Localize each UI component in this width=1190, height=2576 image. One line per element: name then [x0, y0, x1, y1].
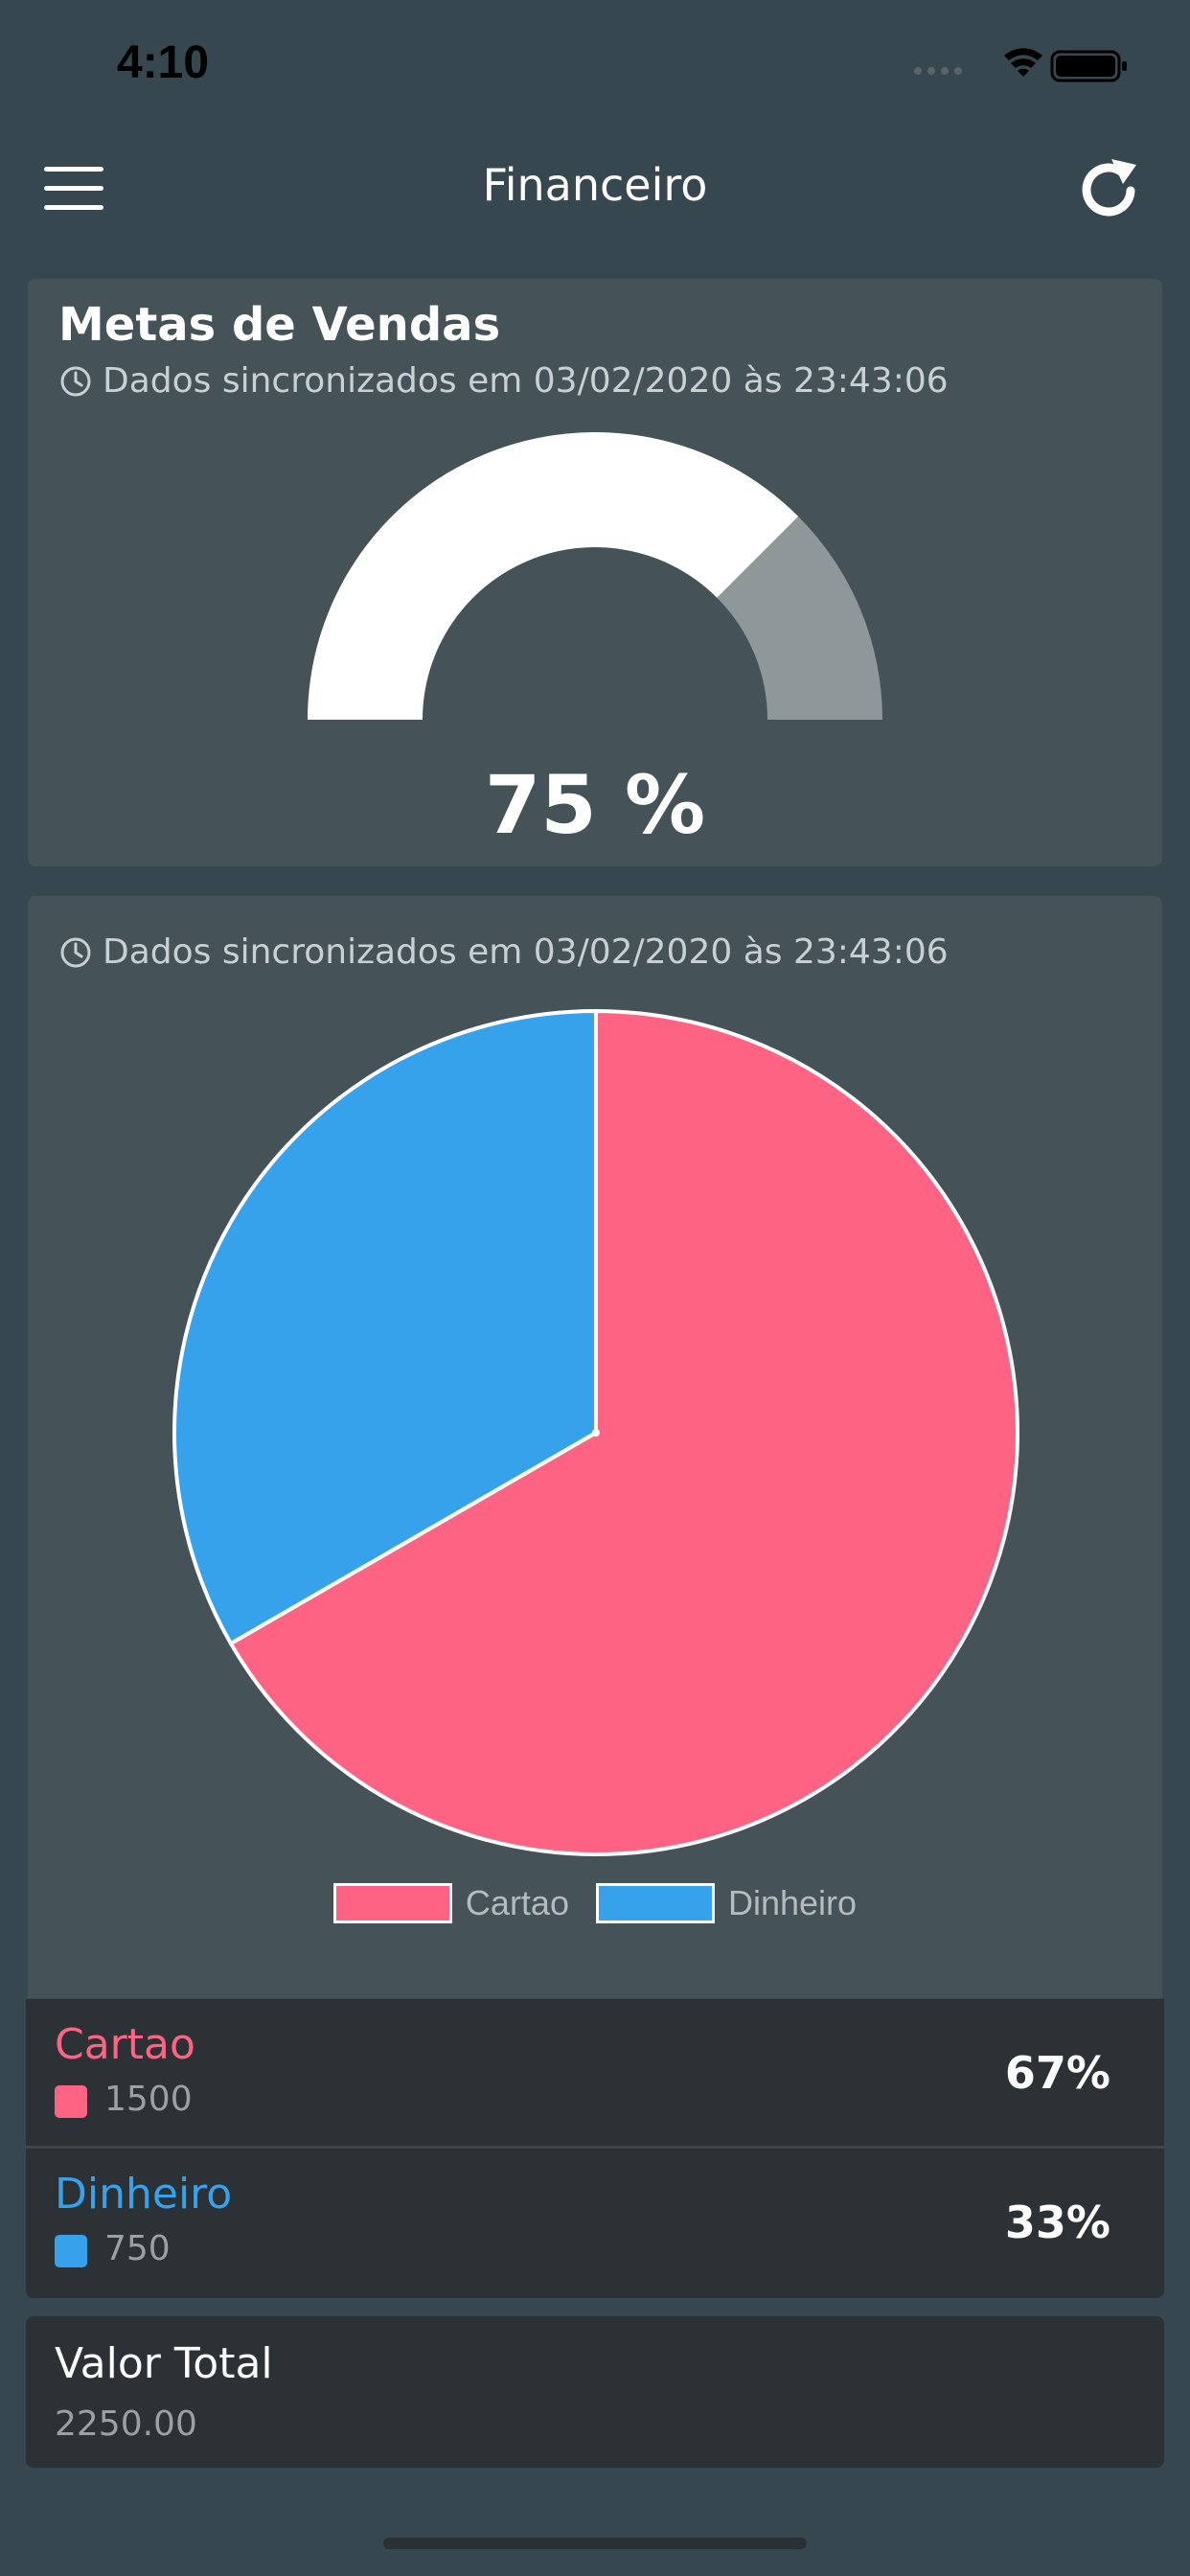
color-swatch — [55, 2235, 87, 2267]
status-bar: 4:10 — [0, 0, 1190, 134]
sales-goals-card: Metas de Vendas Dados sincronizados em 0… — [28, 279, 1162, 866]
refresh-icon — [1082, 159, 1136, 217]
breakdown-list: Cartao 1500 67% Dinheiro 750 33% — [26, 1999, 1164, 2298]
gauge-percent: 75 % — [484, 758, 706, 852]
sync-text: Dados sincronizados em 03/02/2020 às 23:… — [103, 932, 949, 972]
payment-pie-chart — [172, 1009, 1019, 1856]
clock-icon — [60, 937, 91, 967]
legend-swatch — [332, 1883, 452, 1923]
legend-item-dinheiro[interactable]: Dinheiro — [595, 1883, 858, 1923]
row-percent: 67% — [1004, 2047, 1110, 2099]
nav-bar: Financeiro — [0, 144, 1190, 240]
payment-pie-card: Dados sincronizados em 03/02/2020 às 23:… — [28, 896, 1162, 1998]
sync-status: Dados sincronizados em 03/02/2020 às 23:… — [58, 932, 949, 972]
row-name: Cartao — [55, 2020, 195, 2069]
sync-text: Dados sincronizados em 03/02/2020 às 23:… — [103, 361, 949, 401]
sync-status: Dados sincronizados em 03/02/2020 às 23:… — [58, 361, 949, 401]
home-indicator[interactable] — [383, 2538, 807, 2549]
row-value: 1500 — [104, 2080, 193, 2119]
gauge-filled-arc — [308, 432, 799, 720]
total-card: Valor Total 2250.00 — [26, 2316, 1164, 2468]
refresh-button[interactable] — [1073, 155, 1144, 226]
color-swatch — [55, 2085, 87, 2118]
total-label: Valor Total — [55, 2339, 273, 2388]
chart-legend: Cartao Dinheiro — [28, 1883, 1162, 1923]
row-percent: 33% — [1004, 2196, 1110, 2248]
row-name: Dinheiro — [55, 2170, 233, 2219]
list-item[interactable]: Dinheiro 750 33% — [26, 2149, 1164, 2298]
row-value: 750 — [104, 2229, 171, 2268]
status-icons — [910, 46, 1131, 84]
clock-icon — [60, 366, 91, 396]
legend-label: Dinheiro — [727, 1883, 858, 1922]
pie-center — [592, 1429, 600, 1437]
total-value: 2250.00 — [55, 2404, 197, 2444]
page-title: Financeiro — [482, 159, 708, 211]
signal-wifi-battery-icon — [914, 48, 1127, 82]
legend-swatch — [595, 1883, 715, 1923]
card-title: Metas de Vendas — [58, 298, 501, 352]
status-time: 4:10 — [117, 37, 210, 88]
list-item[interactable]: Cartao 1500 67% — [26, 1999, 1164, 2149]
goal-gauge — [308, 432, 882, 720]
legend-label: Cartao — [465, 1883, 569, 1922]
legend-item-cartao[interactable]: Cartao — [332, 1883, 569, 1923]
